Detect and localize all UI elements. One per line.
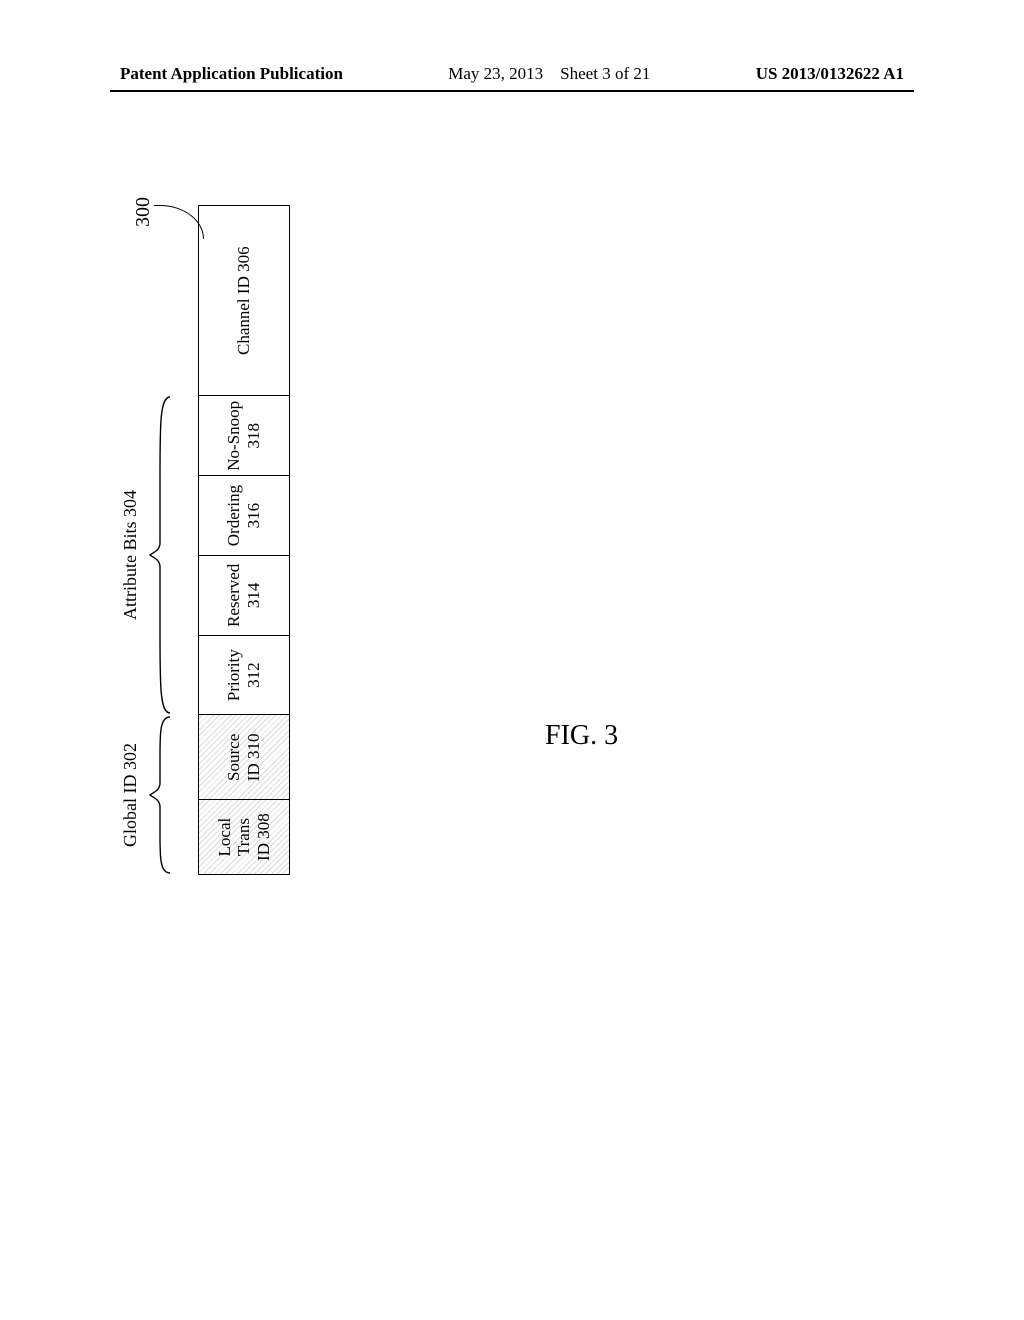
field-label: No-Snoop [224,401,244,471]
page: Patent Application Publication May 23, 2… [0,0,1024,1320]
field-label: Priority [224,649,244,701]
brace-icon [148,395,172,715]
field-source-id: Source ID 310 [199,714,289,799]
field-label: ID 308 [254,813,274,861]
field-label: Trans [234,818,254,856]
publication-number: US 2013/0132622 A1 [756,64,904,84]
group-global-id-label: Global ID 302 [120,715,141,875]
field-label: ID 310 [244,734,264,782]
field-label: Channel ID 306 [234,246,254,355]
brace-icon [148,715,172,875]
field-channel-id: Channel ID 306 [199,206,289,395]
field-label: 314 [244,583,264,609]
field-reserved: Reserved 314 [199,555,289,635]
publication-type: Patent Application Publication [120,64,343,84]
header-rule [110,90,914,92]
header-row: Patent Application Publication May 23, 2… [0,64,1024,90]
field-no-snoop: No-Snoop 318 [199,395,289,475]
field-label: 318 [244,423,264,449]
group-attribute-bits-label: Attribute Bits 304 [120,395,141,715]
field-ordering: Ordering 316 [199,475,289,555]
field-label: Ordering [224,485,244,546]
field-local-trans-id: Local Trans ID 308 [199,799,289,874]
figure-wrap: Global ID 302 Attribute Bits 304 300 Loc… [120,175,420,875]
figure-caption: FIG. 3 [545,720,618,752]
field-label: Local [215,818,235,857]
field-label: 316 [244,503,264,529]
leader-arc-icon [154,205,204,239]
publication-date: May 23, 2013 [448,64,543,83]
field-priority: Priority 312 [199,635,289,715]
field-label: Reserved [224,564,244,627]
reference-numeral-300: 300 [132,197,155,227]
header-middle: May 23, 2013 Sheet 3 of 21 [343,64,756,84]
sheet-number: Sheet 3 of 21 [560,64,650,83]
page-header: Patent Application Publication May 23, 2… [0,64,1024,92]
header-fields-table: Local Trans ID 308 Source ID 310 Priorit… [198,205,290,875]
field-label: Source [224,734,244,781]
field-label: 312 [244,662,264,688]
figure-3: Global ID 302 Attribute Bits 304 300 Loc… [120,175,420,875]
